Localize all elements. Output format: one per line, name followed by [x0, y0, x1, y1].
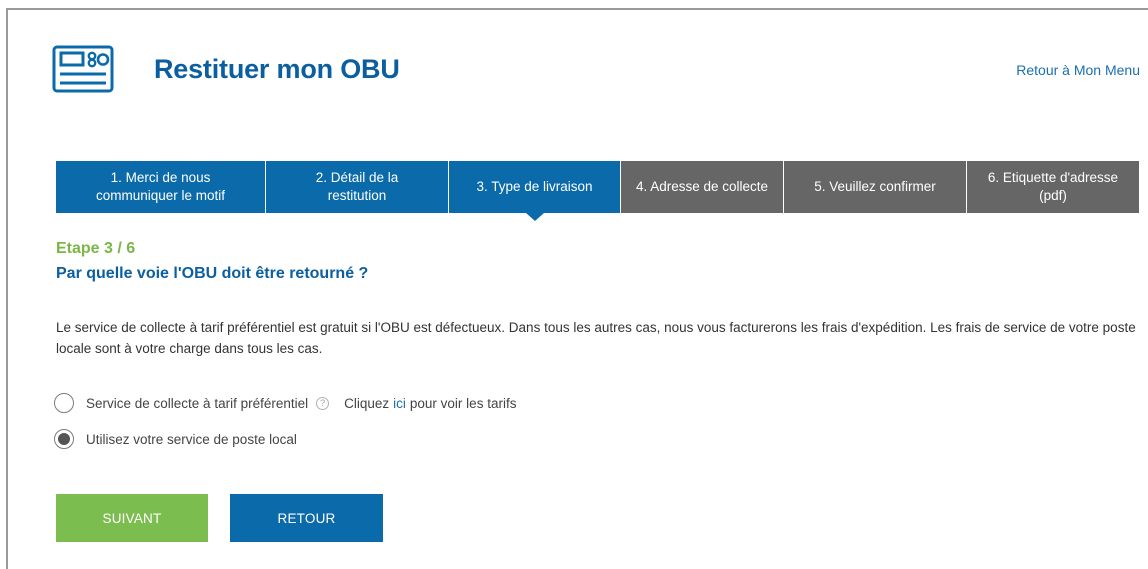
link-prefix: Cliquez	[344, 395, 390, 411]
page-frame: Restituer mon OBU Retour à Mon Menu 1. M…	[6, 8, 1148, 569]
step-label: 5. Veuillez confirmer	[814, 178, 936, 194]
step-6-address-label[interactable]: 6. Etiquette d'adresse (pdf)	[966, 161, 1139, 213]
back-button[interactable]: RETOUR	[230, 494, 383, 542]
option-preferential-collection[interactable]: Service de collecte à tarif préférentiel…	[54, 393, 516, 413]
step-3-delivery-type[interactable]: 3. Type de livraison	[448, 161, 620, 221]
radio-local-post[interactable]	[54, 429, 74, 449]
step-counter: Etape 3 / 6	[56, 240, 136, 257]
option-label: Service de collecte à tarif préférentiel	[86, 395, 309, 411]
step-1-motif[interactable]: 1. Merci de nous communiquer le motif	[56, 161, 265, 213]
radio-preferential-collection[interactable]	[54, 393, 74, 413]
radio-selected-dot	[58, 433, 70, 445]
step-4-collection-address[interactable]: 4. Adresse de collecte	[620, 161, 783, 213]
step-5-confirm[interactable]: 5. Veuillez confirmer	[783, 161, 966, 213]
option-label: Utilisez votre service de poste local	[86, 431, 297, 447]
back-to-menu-link[interactable]: Retour à Mon Menu	[1016, 62, 1140, 78]
step-heading: Par quelle voie l'OBU doit être retourné…	[56, 265, 369, 282]
rates-link[interactable]: ici	[393, 396, 406, 411]
step-label: 3. Type de livraison	[476, 178, 593, 194]
step-2-detail[interactable]: 2. Détail de la restitution	[265, 161, 448, 213]
progress-steps: 1. Merci de nous communiquer le motif 2.…	[56, 161, 1139, 221]
step-label: 4. Adresse de collecte	[635, 178, 769, 194]
question-circle-icon[interactable]: ?	[316, 396, 330, 410]
obu-device-icon	[52, 45, 114, 93]
page-header: Restituer mon OBU Retour à Mon Menu	[8, 10, 1148, 130]
link-suffix: pour voir les tarifs	[409, 395, 517, 411]
option-local-post[interactable]: Utilisez votre service de poste local	[54, 429, 297, 449]
step-label: 2. Détail de la restitution	[315, 169, 399, 203]
intro-text: Le service de collecte à tarif préférent…	[56, 320, 1136, 356]
next-button[interactable]: SUIVANT	[56, 494, 208, 542]
step-label: 6. Etiquette d'adresse (pdf)	[987, 169, 1119, 203]
page-title: Restituer mon OBU	[154, 54, 400, 84]
step-label: 1. Merci de nous communiquer le motif	[95, 169, 226, 203]
